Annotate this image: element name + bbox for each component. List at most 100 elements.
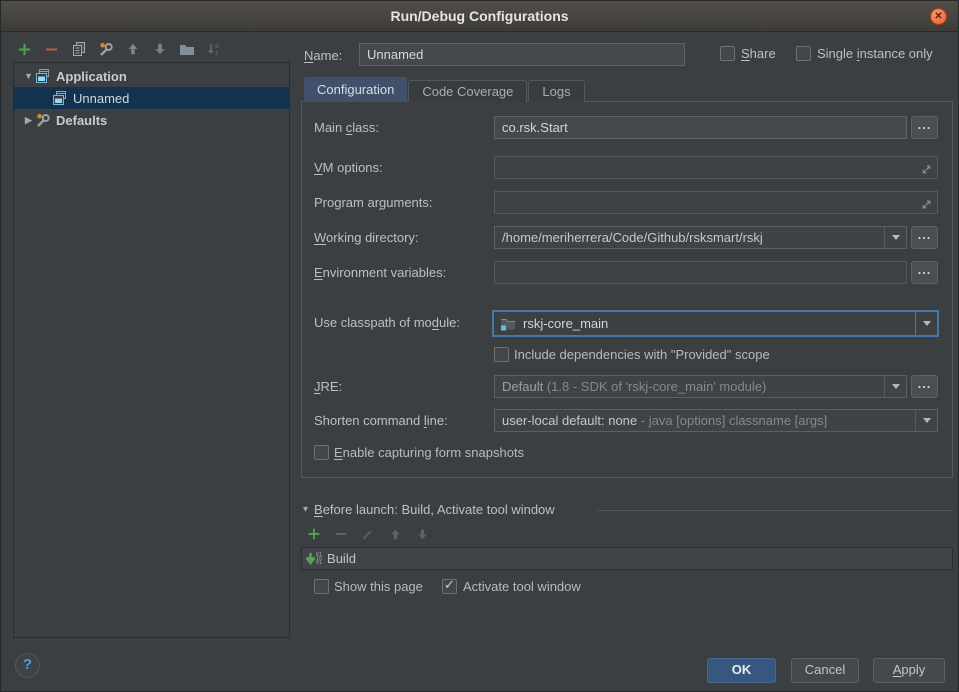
shorten-command-line-label: Shorten command line: <box>314 413 448 428</box>
main-class-browse-button[interactable]: ... <box>911 116 938 139</box>
before-launch-title: Before launch: Build, Activate tool wind… <box>314 502 555 517</box>
jre-combo[interactable]: Default (1.8 - SDK of 'rskj-core_main' m… <box>494 375 907 398</box>
chevron-down-icon[interactable]: ▼ <box>22 71 35 81</box>
build-icon: 011001 <box>306 552 322 566</box>
dropdown-arrow[interactable] <box>915 312 937 335</box>
dropdown-arrow[interactable] <box>915 410 937 431</box>
configurations-tree: ▼ Application Unnamed ▶ Defaults <box>13 62 290 638</box>
expand-field-icon[interactable] <box>920 161 933 179</box>
environment-variables-label: Environment variables: <box>314 265 446 280</box>
add-icon[interactable] <box>306 526 322 542</box>
vm-options-field[interactable] <box>494 156 938 179</box>
enable-snapshots-label: Enable capturing form snapshots <box>334 445 524 460</box>
copy-icon[interactable] <box>70 41 87 57</box>
application-type-icon <box>35 68 51 84</box>
jre-hint: (1.8 - SDK of 'rskj-core_main' module) <box>547 379 767 394</box>
collapse-icon[interactable]: ▾ <box>303 504 308 515</box>
tree-item-application[interactable]: ▼ Application <box>14 65 289 87</box>
chevron-down-icon <box>892 384 900 389</box>
include-provided-label: Include dependencies with "Provided" sco… <box>514 347 770 362</box>
tree-item-label: Application <box>56 69 127 84</box>
dropdown-arrow[interactable] <box>884 376 906 397</box>
working-directory-combo[interactable]: /home/meriherrera/Code/Github/rsksmart/r… <box>494 226 907 249</box>
environment-variables-field[interactable] <box>494 261 907 284</box>
chevron-down-icon <box>892 235 900 240</box>
main-class-field[interactable]: co.rsk.Start <box>494 116 907 139</box>
remove-icon[interactable] <box>43 41 60 57</box>
shorten-command-line-combo[interactable]: user-local default: none - java [options… <box>494 409 938 432</box>
working-directory-label: Working directory: <box>314 230 419 245</box>
configurations-toolbar: az <box>16 40 222 58</box>
activate-tool-window-checkbox[interactable]: ✓ <box>442 579 457 594</box>
vm-options-label: VM options: <box>314 160 383 175</box>
ok-button[interactable]: OK <box>707 658 776 683</box>
working-directory-value: /home/meriherrera/Code/Github/rsksmart/r… <box>495 230 884 245</box>
single-instance-label: Single instance only <box>817 46 933 61</box>
include-provided-checkbox[interactable] <box>494 347 509 362</box>
tab-logs[interactable]: Logs <box>528 80 584 102</box>
working-directory-browse-button[interactable]: ... <box>911 226 938 249</box>
cancel-button[interactable]: Cancel <box>791 658 859 683</box>
name-input[interactable] <box>359 43 685 66</box>
svg-text:z: z <box>215 50 219 57</box>
activate-tool-window-label: Activate tool window <box>463 579 581 594</box>
new-folder-icon[interactable] <box>178 41 195 57</box>
enable-snapshots-checkbox[interactable] <box>314 445 329 460</box>
dropdown-arrow[interactable] <box>884 227 906 248</box>
share-checkbox[interactable] <box>720 46 735 61</box>
chevron-down-icon <box>923 321 931 326</box>
chevron-right-icon[interactable]: ▶ <box>22 115 35 126</box>
close-button[interactable]: ✕ <box>930 8 947 25</box>
name-label: Name: <box>304 48 342 63</box>
task-label: Build <box>327 551 356 566</box>
before-launch-header[interactable]: ▾ Before launch: Build, Activate tool wi… <box>303 502 555 517</box>
shorten-command-line-hint: - java [options] classname [args] <box>641 413 827 428</box>
module-icon <box>500 316 516 332</box>
expand-field-icon[interactable] <box>920 196 933 214</box>
close-icon: ✕ <box>934 11 942 22</box>
window-title: Run/Debug Configurations <box>1 1 958 31</box>
run-debug-configurations-dialog: Run/Debug Configurations ✕ az ▼ Applicat… <box>0 0 959 692</box>
add-icon[interactable] <box>16 41 33 57</box>
check-icon: ✓ <box>444 577 455 593</box>
tab-configuration[interactable]: Configuration <box>304 77 407 102</box>
environment-variables-browse-button[interactable]: ... <box>911 261 938 284</box>
program-arguments-label: Program arguments: <box>314 195 433 210</box>
tab-bar: Configuration Code Coverage Logs <box>304 77 585 102</box>
application-type-icon <box>52 90 68 106</box>
jre-label: JRE: <box>314 379 342 394</box>
before-launch-task-row[interactable]: 011001 Build <box>301 547 953 570</box>
chevron-down-icon <box>923 418 931 423</box>
remove-icon[interactable] <box>333 526 349 542</box>
move-up-icon[interactable] <box>387 526 403 542</box>
program-arguments-field[interactable] <box>494 191 938 214</box>
tab-code-coverage[interactable]: Code Coverage <box>408 80 527 102</box>
main-class-value: co.rsk.Start <box>502 120 568 135</box>
module-combo[interactable]: rskj-core_main <box>492 310 939 337</box>
jre-value: Default (1.8 - SDK of 'rskj-core_main' m… <box>495 379 884 394</box>
tree-item-defaults[interactable]: ▶ Defaults <box>14 109 289 131</box>
move-down-icon[interactable] <box>151 41 168 57</box>
defaults-icon <box>35 112 51 128</box>
titlebar[interactable]: Run/Debug Configurations ✕ <box>1 1 958 32</box>
tree-item-label: Defaults <box>56 113 107 128</box>
edit-defaults-icon[interactable] <box>97 41 114 57</box>
use-classpath-of-module-label: Use classpath of module: <box>314 315 460 330</box>
show-this-page-checkbox[interactable] <box>314 579 329 594</box>
help-button[interactable]: ? <box>15 653 40 678</box>
share-label: Share <box>741 46 776 61</box>
svg-text:a: a <box>215 43 219 50</box>
move-down-icon[interactable] <box>414 526 430 542</box>
edit-icon[interactable] <box>360 526 376 542</box>
tree-item-unnamed[interactable]: Unnamed <box>14 87 289 109</box>
before-launch-toolbar <box>306 526 430 542</box>
single-instance-checkbox[interactable] <box>796 46 811 61</box>
apply-button[interactable]: Apply <box>873 658 945 683</box>
jre-browse-button[interactable]: ... <box>911 375 938 398</box>
shorten-command-line-value: user-local default: none - java [options… <box>495 413 915 428</box>
move-up-icon[interactable] <box>124 41 141 57</box>
separator <box>597 510 953 511</box>
sort-alphabetically-icon[interactable]: az <box>205 41 222 57</box>
module-value: rskj-core_main <box>516 316 915 331</box>
show-this-page-label: Show this page <box>334 579 423 594</box>
